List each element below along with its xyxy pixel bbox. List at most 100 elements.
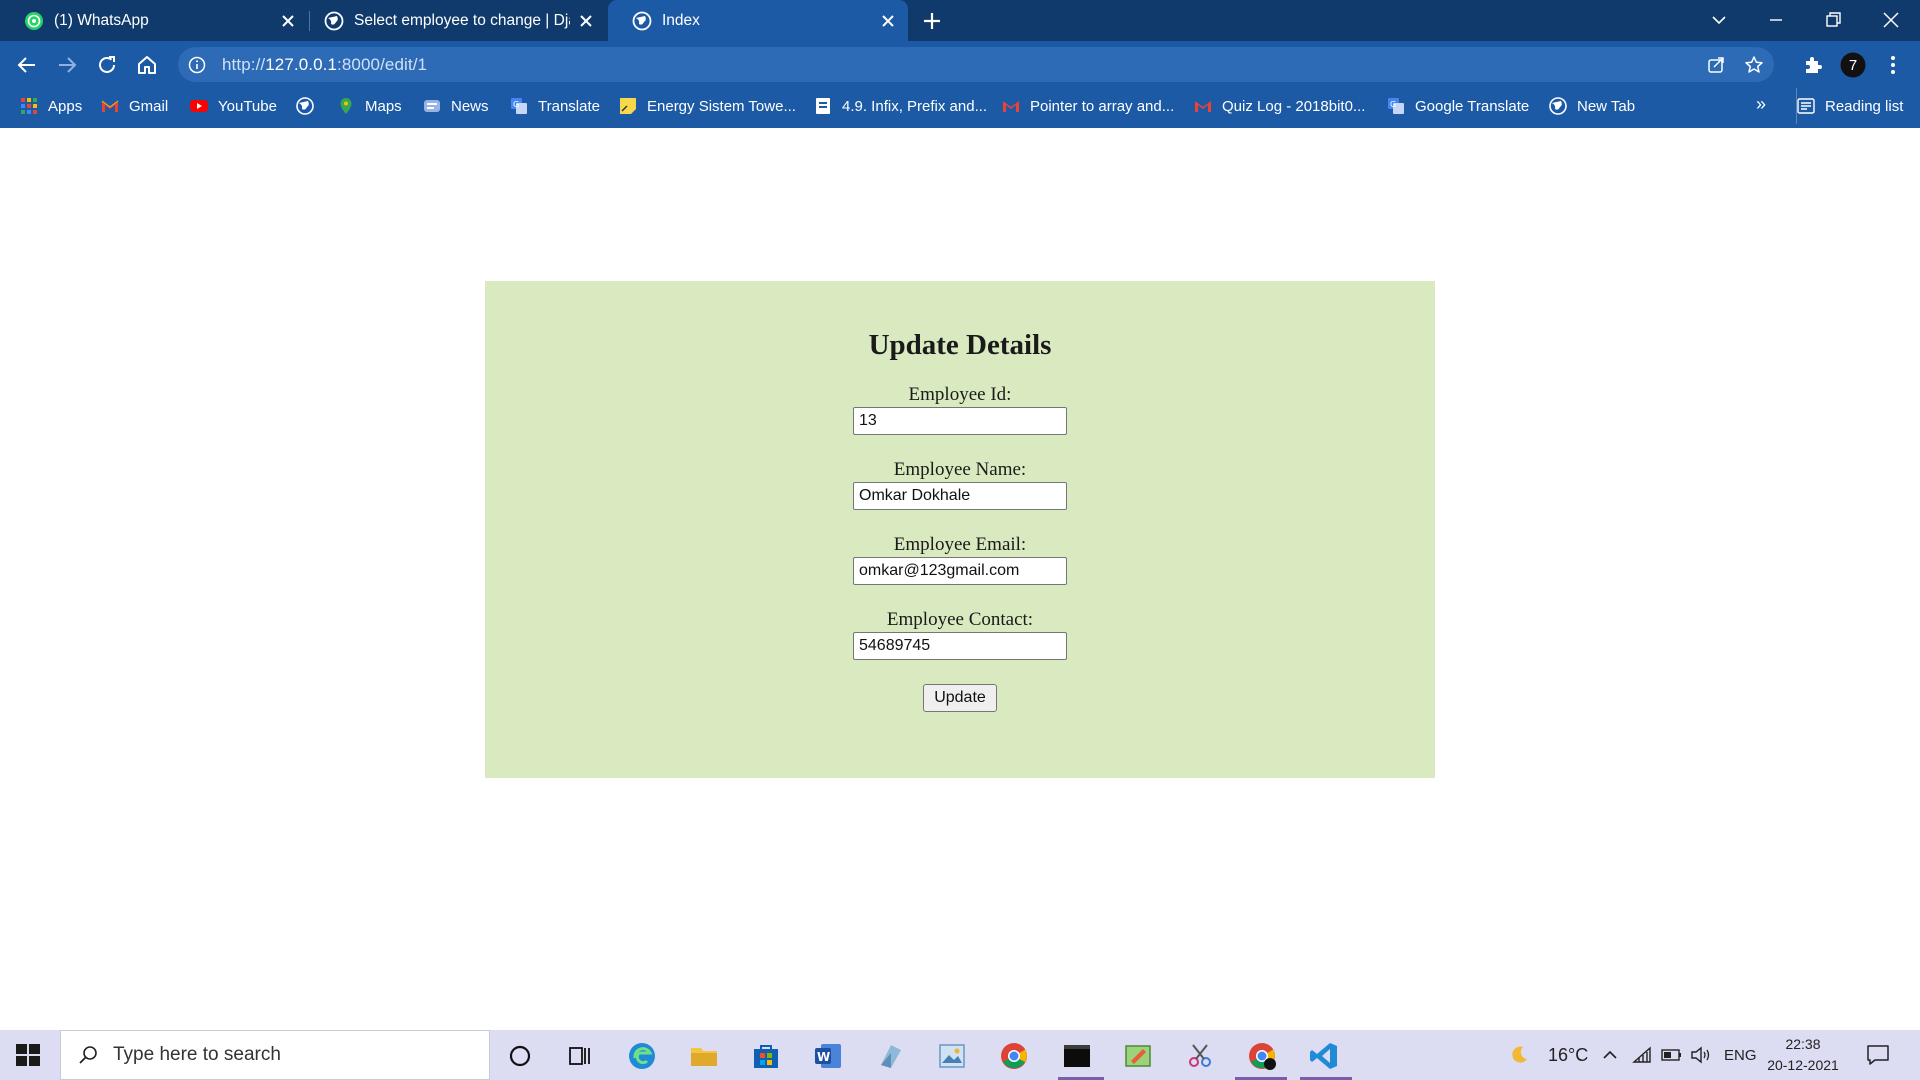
employee-id-input[interactable] — [853, 407, 1067, 435]
bookmark-pointer-array[interactable]: Pointer to array and... — [1002, 88, 1174, 124]
bookmark-news[interactable]: News — [423, 88, 489, 124]
bookmark-translate[interactable]: G Translate — [510, 88, 600, 124]
gmail-icon — [101, 100, 119, 112]
bookmark-energy-sistem[interactable]: Energy Sistem Towe... — [619, 88, 796, 124]
tab-title: Index — [662, 11, 700, 29]
field-employee-contact: Employee Contact: — [853, 609, 1067, 660]
globe-icon — [632, 11, 652, 30]
url-text[interactable]: http://127.0.0.1:8000/edit/1 — [222, 55, 427, 75]
bookmark-youtube[interactable]: YouTube — [190, 88, 277, 124]
taskbar-chrome-2[interactable] — [1246, 1040, 1278, 1072]
notification-icon — [1867, 1045, 1889, 1065]
field-employee-name: Employee Name: — [853, 459, 1067, 510]
bookmark-apps[interactable]: Apps — [20, 88, 82, 124]
battery-button[interactable] — [1661, 1030, 1683, 1080]
bookmark-maps[interactable]: Maps — [337, 88, 402, 124]
bookmark-label: Maps — [365, 97, 402, 115]
clock-time: 22:38 — [1785, 1036, 1821, 1052]
chrome-icon — [1249, 1043, 1276, 1070]
bookmark-infix-prefix[interactable]: 4.9. Infix, Prefix and... — [814, 88, 987, 124]
address-bar[interactable]: http://127.0.0.1:8000/edit/1 — [178, 47, 1774, 82]
forward-button[interactable] — [54, 52, 80, 78]
update-button[interactable]: Update — [923, 684, 997, 712]
tab-close-button[interactable] — [576, 11, 596, 31]
taskbar-edge[interactable] — [626, 1040, 658, 1072]
taskbar-store[interactable] — [750, 1040, 782, 1072]
reload-button[interactable] — [94, 52, 120, 78]
tray-overflow-button[interactable] — [1600, 1030, 1620, 1080]
home-button[interactable] — [134, 52, 160, 78]
terminal-icon — [1064, 1045, 1090, 1067]
field-label: Employee Id: — [908, 384, 1012, 405]
employee-contact-input[interactable] — [853, 632, 1067, 660]
taskbar-word[interactable]: W — [812, 1040, 844, 1072]
chrome-menu-button[interactable] — [1880, 52, 1906, 78]
back-button[interactable] — [14, 52, 40, 78]
taskbar-chrome-1[interactable] — [998, 1040, 1030, 1072]
bookmark-label: Pointer to array and... — [1030, 97, 1175, 115]
tab-close-button[interactable] — [278, 11, 298, 31]
weather-temperature: 16°C — [1548, 1044, 1589, 1065]
taskbar-app-blue[interactable] — [874, 1040, 906, 1072]
profile-button[interactable]: 7 — [1840, 52, 1866, 78]
puzzle-icon — [1806, 57, 1822, 73]
whatsapp-icon — [25, 11, 43, 30]
share-icon[interactable] — [1706, 55, 1726, 75]
new-tab-button[interactable] — [920, 9, 944, 33]
info-icon[interactable] — [188, 56, 206, 74]
network-button[interactable] — [1632, 1030, 1652, 1080]
browser-toolbar: http://127.0.0.1:8000/edit/1 7 — [0, 41, 1920, 88]
tab-index[interactable]: Index — [608, 0, 908, 41]
tab-search-icon[interactable] — [1708, 9, 1730, 31]
bookmark-globe[interactable] — [296, 88, 324, 124]
youtube-icon — [190, 100, 208, 112]
tab-close-button[interactable] — [878, 11, 898, 31]
document-icon — [816, 98, 830, 114]
apps-grid-icon — [21, 98, 37, 114]
taskbar-app-paint[interactable] — [1122, 1040, 1154, 1072]
weather-widget[interactable]: 16°C — [1508, 1030, 1588, 1080]
chevron-up-icon — [1603, 1050, 1617, 1059]
bookmark-label: YouTube — [218, 97, 277, 115]
gmail-icon — [1003, 101, 1019, 112]
taskbar-search-box[interactable]: Type here to search — [60, 1030, 490, 1080]
bookmark-label: Translate — [538, 97, 600, 115]
close-window-button[interactable] — [1880, 9, 1902, 31]
bookmark-quiz-log[interactable]: Quiz Log - 2018bit0... — [1194, 88, 1365, 124]
svg-text:G: G — [513, 100, 519, 109]
taskbar-snipping-tool[interactable] — [1184, 1040, 1216, 1072]
taskbar-file-explorer[interactable] — [688, 1040, 720, 1072]
vscode-icon — [1310, 1043, 1337, 1069]
reading-list-button[interactable]: Reading list — [1796, 88, 1903, 124]
volume-button[interactable] — [1690, 1030, 1712, 1080]
close-icon — [882, 14, 894, 27]
minimize-button[interactable] — [1765, 9, 1787, 31]
close-icon — [580, 14, 592, 27]
bookmark-gmail[interactable]: Gmail — [101, 88, 168, 124]
cortana-button[interactable] — [504, 1040, 536, 1072]
bookmark-google-translate[interactable]: G Google Translate — [1387, 88, 1529, 124]
language-indicator[interactable]: ENG — [1724, 1030, 1757, 1080]
task-view-button[interactable] — [564, 1040, 596, 1072]
svg-text:W: W — [817, 1050, 830, 1064]
bookmark-star-icon[interactable] — [1744, 55, 1764, 75]
extensions-button[interactable] — [1800, 52, 1826, 78]
system-clock[interactable]: 22:38 20-12-2021 — [1760, 1034, 1846, 1076]
home-icon — [138, 56, 156, 74]
task-view-icon — [569, 1047, 590, 1065]
tab-title: (1) WhatsApp — [54, 11, 149, 29]
notification-center-button[interactable] — [1866, 1030, 1890, 1080]
restore-button[interactable] — [1822, 9, 1844, 31]
bookmark-label: Gmail — [129, 97, 169, 115]
bookmark-new-tab[interactable]: New Tab — [1549, 88, 1635, 124]
employee-email-input[interactable] — [853, 557, 1067, 585]
bookmark-label: Energy Sistem Towe... — [647, 97, 796, 115]
taskbar-terminal[interactable] — [1061, 1040, 1093, 1072]
taskbar-vscode[interactable] — [1308, 1040, 1340, 1072]
taskbar-photos[interactable] — [936, 1040, 968, 1072]
bookmarks-overflow-button[interactable]: » — [1756, 94, 1766, 115]
tab-django-admin[interactable]: Select employee to change | Djan — [310, 0, 606, 41]
employee-name-input[interactable] — [853, 482, 1067, 510]
tab-whatsapp[interactable]: (1) WhatsApp — [0, 0, 308, 41]
windows-start-button[interactable] — [16, 1044, 40, 1066]
